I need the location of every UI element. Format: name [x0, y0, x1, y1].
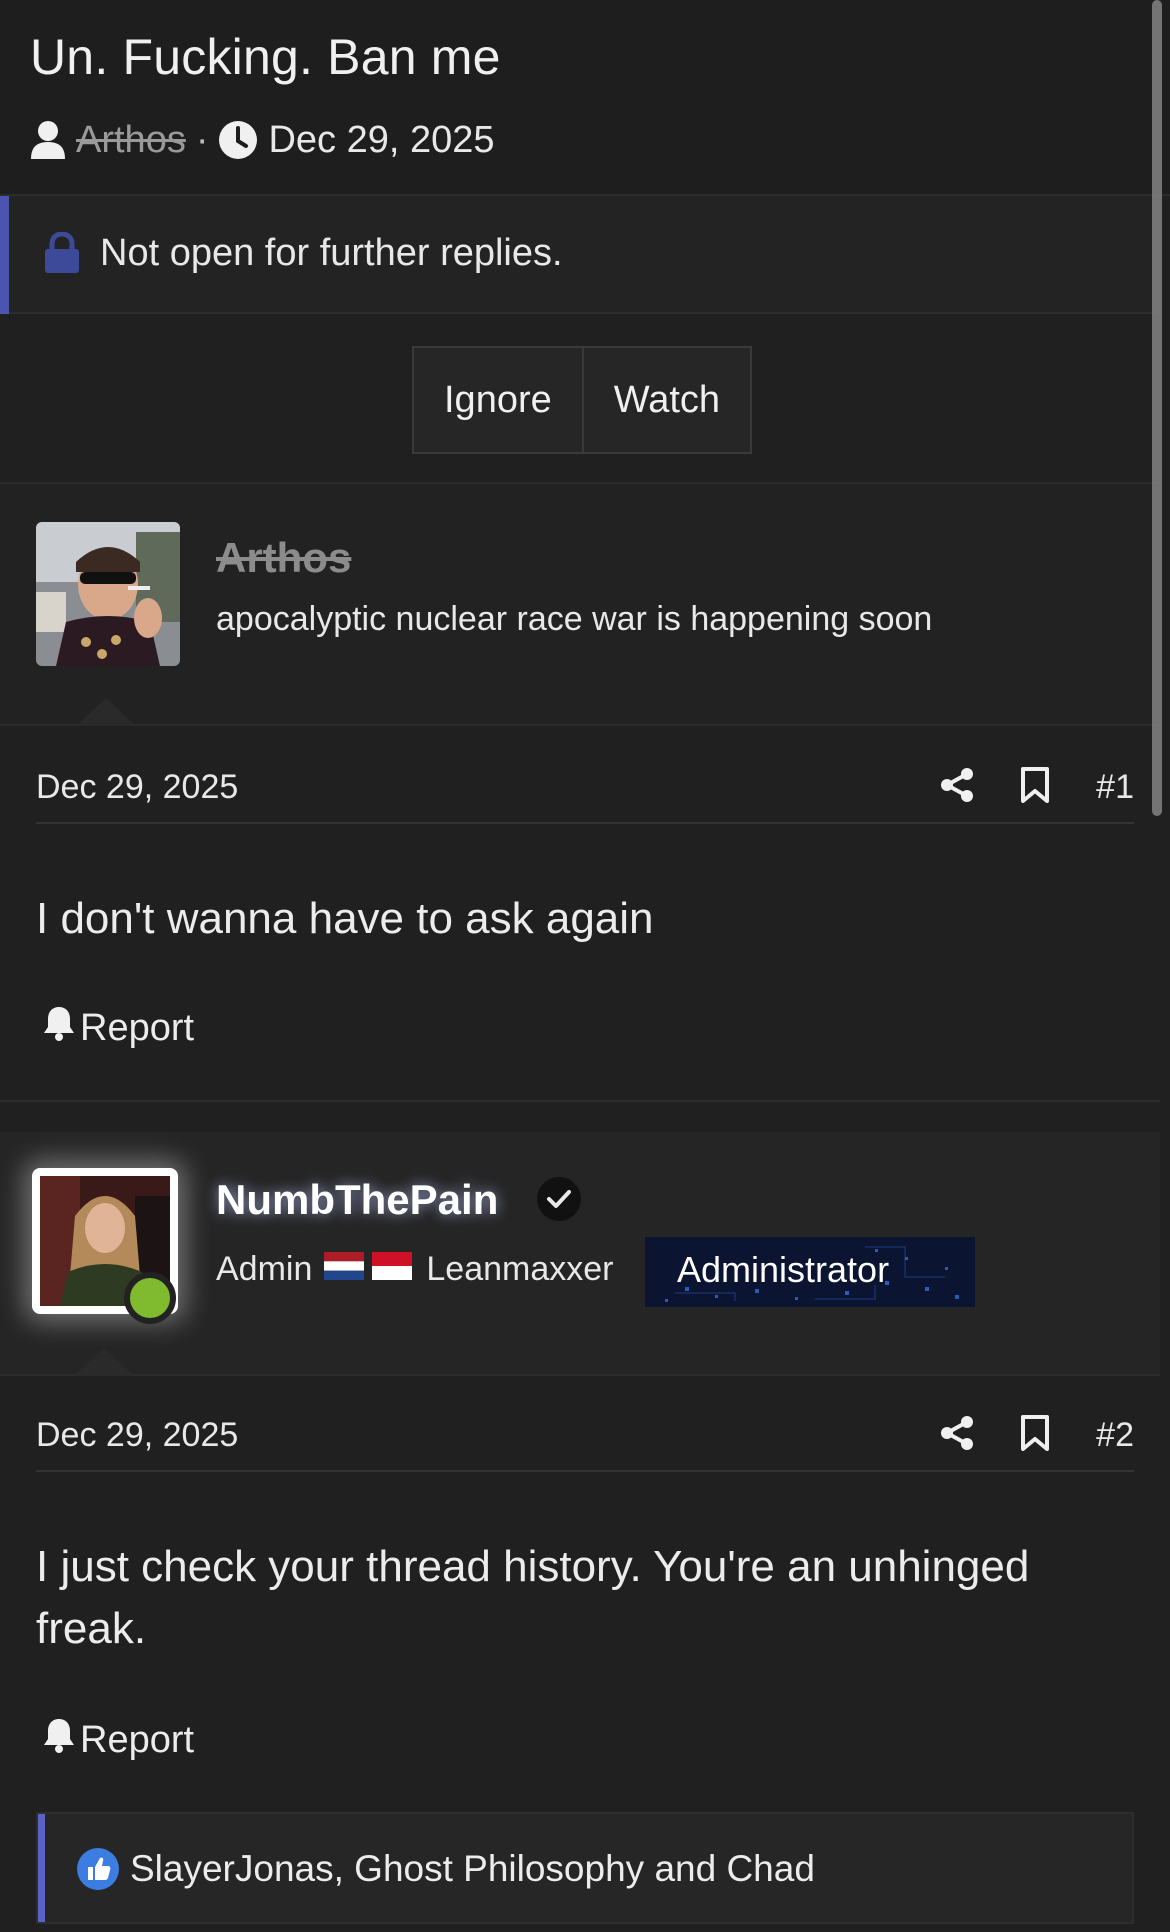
like-icon: [76, 1847, 120, 1896]
user-title-admin: Admin: [216, 1250, 313, 1288]
report-link[interactable]: Report: [42, 1716, 194, 1764]
bookmark-icon[interactable]: [1020, 766, 1050, 809]
report-label: Report: [80, 1006, 195, 1049]
notice-accent-bar: [0, 196, 9, 314]
post-username[interactable]: NumbThePain: [216, 1176, 498, 1224]
message-pointer: [76, 698, 136, 726]
verified-icon: [536, 1176, 582, 1227]
locked-notice: Not open for further replies.: [0, 196, 1160, 314]
post-2-meta: Dec 29, 2025 #2: [36, 1400, 1134, 1472]
post-divider: [0, 1100, 1160, 1102]
post-actions: #2: [940, 1414, 1134, 1457]
lock-icon: [44, 231, 80, 279]
post-1-meta: Dec 29, 2025 #1: [36, 752, 1134, 824]
post-body: I just check your thread history. You're…: [36, 1542, 1030, 1653]
thread-actions: Ignore Watch: [412, 346, 753, 454]
report-link[interactable]: Report: [42, 1004, 194, 1052]
user-icon: [30, 120, 66, 160]
report-label: Report: [80, 1718, 195, 1761]
administrator-badge: Administrator: [645, 1237, 975, 1307]
thread-meta: Arthos · Dec 29, 2025: [30, 116, 495, 164]
administrator-badge-label: Administrator: [677, 1249, 890, 1290]
netherlands-flag-icon: [324, 1250, 365, 1289]
post-2-user-block: NumbThePain Admin Leanmaxxer: [0, 1132, 1160, 1376]
thread-header: Un. Fucking. Ban me Arthos · Dec 29, 202…: [0, 0, 1170, 196]
post-number[interactable]: #2: [1096, 1416, 1134, 1455]
reactions-list[interactable]: SlayerJonas, Ghost Philosophy and Chad: [130, 1848, 815, 1890]
post-body: I don't wanna have to ask again: [36, 894, 654, 943]
user-title-leanmaxxer: Leanmaxxer: [426, 1250, 614, 1288]
bell-icon: [42, 1716, 80, 1764]
post-actions: #1: [940, 766, 1134, 809]
thread-page: Un. Fucking. Ban me Arthos · Dec 29, 202…: [0, 0, 1170, 1932]
user-title: apocalyptic nuclear race war is happenin…: [216, 600, 933, 638]
reactions-accent-bar: [38, 1814, 45, 1922]
share-icon[interactable]: [940, 1415, 974, 1456]
share-icon[interactable]: [940, 767, 974, 808]
indonesia-flag-icon: [372, 1250, 413, 1289]
post-date[interactable]: Dec 29, 2025: [36, 1416, 238, 1455]
ignore-button[interactable]: Ignore: [414, 348, 582, 452]
bell-icon: [42, 1004, 80, 1052]
online-status-indicator: [124, 1272, 176, 1324]
user-title: Admin Leanmaxxer: [216, 1250, 613, 1289]
watch-button[interactable]: Watch: [581, 348, 750, 452]
thread-title: Un. Fucking. Ban me: [30, 29, 501, 85]
reactions-bar[interactable]: SlayerJonas, Ghost Philosophy and Chad: [36, 1812, 1134, 1924]
post-username[interactable]: Arthos: [216, 534, 351, 582]
message-pointer: [74, 1348, 134, 1376]
thread-author-link[interactable]: Arthos: [76, 119, 186, 162]
thread-date[interactable]: Dec 29, 2025: [268, 119, 494, 162]
clock-icon: [218, 120, 258, 160]
bookmark-icon[interactable]: [1020, 1414, 1050, 1457]
post-1-user-block: Arthos apocalyptic nuclear race war is h…: [0, 484, 1160, 726]
notice-text: Not open for further replies.: [100, 232, 563, 274]
post-number[interactable]: #1: [1096, 768, 1134, 807]
scrollbar[interactable]: [1152, 0, 1162, 816]
post-date[interactable]: Dec 29, 2025: [36, 768, 238, 807]
avatar[interactable]: [36, 522, 180, 666]
meta-separator: ·: [195, 118, 209, 161]
